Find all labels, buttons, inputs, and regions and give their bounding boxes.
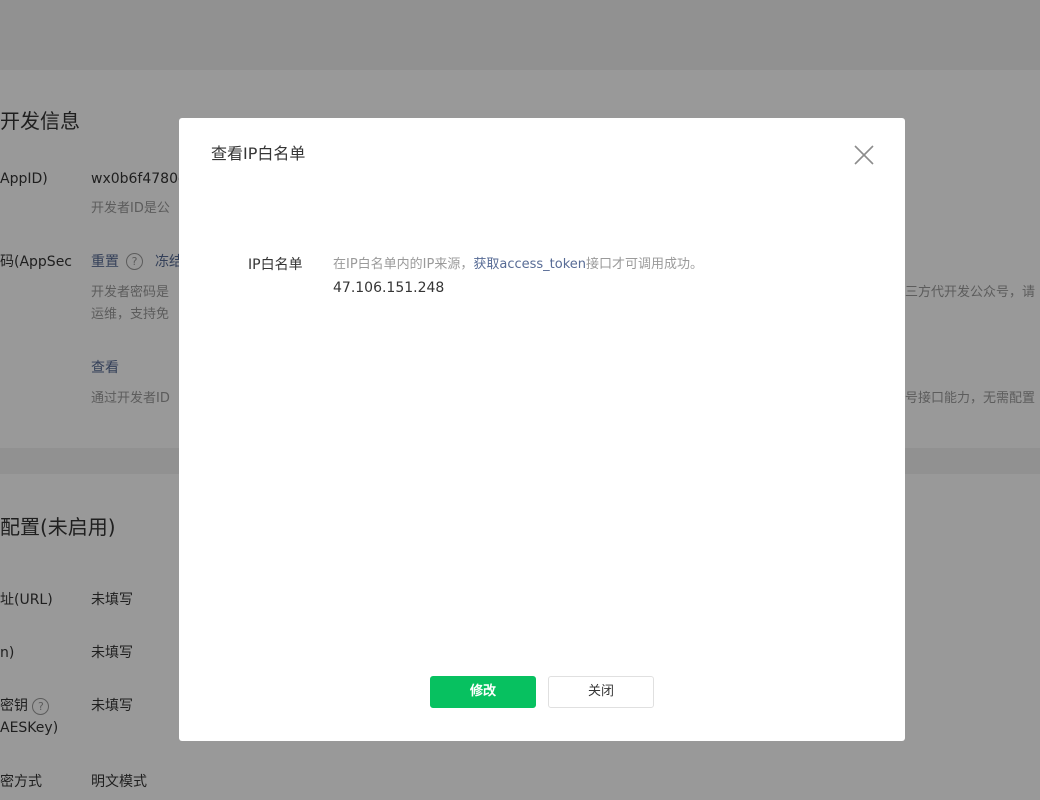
- ip-address-value: 47.106.151.248: [333, 280, 445, 296]
- tip-prefix: 在IP白名单内的IP来源，: [333, 257, 474, 272]
- tip-suffix: 接口才可调用成功。: [586, 257, 704, 272]
- close-icon[interactable]: [850, 141, 878, 169]
- modify-button[interactable]: 修改: [430, 676, 536, 708]
- dialog-title: 查看IP白名单: [211, 144, 306, 163]
- ip-whitelist-label: IP白名单: [248, 257, 303, 273]
- ip-whitelist-tip: 在IP白名单内的IP来源，获取access_token接口才可调用成功。: [333, 254, 703, 276]
- ip-whitelist-dialog: 查看IP白名单 IP白名单 在IP白名单内的IP来源，获取access_toke…: [179, 118, 905, 741]
- access-token-link[interactable]: 获取access_token: [473, 257, 586, 272]
- close-button[interactable]: 关闭: [548, 676, 654, 708]
